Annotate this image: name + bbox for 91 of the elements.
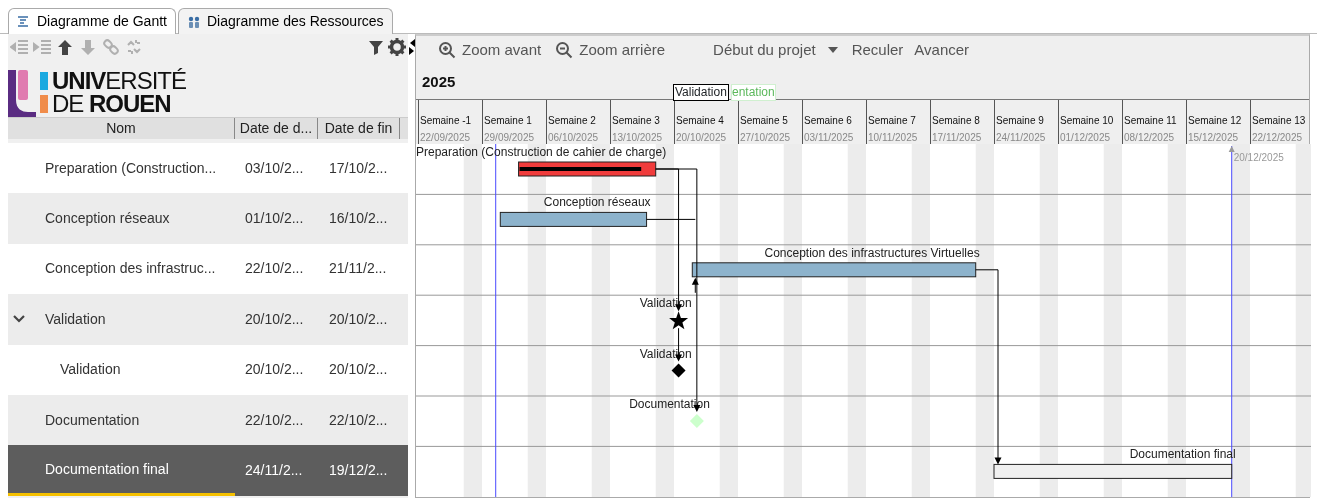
tab[interactable]: Diagramme de Gantt bbox=[8, 8, 176, 34]
start-date: 01/10/2... bbox=[244, 209, 305, 229]
start-date: 24/11/2... bbox=[244, 461, 304, 481]
week-label: Semaine 5 bbox=[740, 114, 789, 128]
task-row[interactable]: Documentation final 24/11/2... 19/12/2... bbox=[8, 445, 408, 496]
week-label: Semaine 6 bbox=[804, 114, 853, 128]
end-date: 19/12/2... bbox=[328, 461, 389, 481]
end-date: 21/11/2... bbox=[328, 259, 388, 279]
week-label: Semaine 11 bbox=[1124, 114, 1178, 128]
task-bar[interactable] bbox=[499, 211, 648, 227]
logo-mark-icon bbox=[40, 71, 48, 90]
task-row[interactable]: Preparation (Construction... 03/10/2... 17/10/2... bbox=[8, 143, 408, 194]
week-label: Semaine 4 bbox=[676, 114, 725, 128]
week-date: 22/12/2025 bbox=[1252, 131, 1304, 145]
task-bar[interactable] bbox=[993, 463, 1233, 479]
week-label: Semaine 9 bbox=[996, 114, 1045, 128]
column-header[interactable]: Nom bbox=[8, 118, 235, 139]
end-date: 17/10/2... bbox=[328, 158, 389, 178]
end-date: 22/10/2... bbox=[328, 410, 389, 430]
toolbar-button[interactable]: Début du projet bbox=[713, 39, 816, 62]
filter-icon[interactable] bbox=[368, 38, 384, 55]
zoom-out-icon bbox=[555, 41, 574, 60]
end-date: 20/10/2... bbox=[328, 309, 389, 329]
start-date: 22/10/2... bbox=[244, 410, 305, 430]
task-name: Validation bbox=[60, 360, 121, 380]
toolbar-button[interactable]: Reculer bbox=[851, 39, 904, 62]
logo-mark-icon bbox=[40, 94, 48, 113]
week-label: Semaine 8 bbox=[932, 114, 981, 128]
task-name: Preparation (Construction... bbox=[45, 158, 217, 178]
end-date: 16/10/2... bbox=[328, 209, 389, 229]
start-date: 03/10/2... bbox=[244, 158, 305, 178]
column-header[interactable]: Date de fin bbox=[318, 118, 400, 139]
hover-label: Validation bbox=[673, 83, 729, 101]
week-date: 06/10/2025 bbox=[548, 131, 600, 145]
people-icon bbox=[186, 14, 201, 29]
week-label: Semaine 13 bbox=[1252, 114, 1307, 128]
week-label: Semaine 3 bbox=[612, 114, 661, 128]
task-row[interactable]: Documentation 22/10/2... 22/10/2... bbox=[8, 394, 408, 446]
task-row[interactable]: Conception réseaux 01/10/2... 16/10/2... bbox=[8, 193, 408, 244]
week-date: 15/12/2025 bbox=[1188, 131, 1240, 145]
week-date: 08/12/2025 bbox=[1124, 131, 1176, 145]
week-label: Semaine 12 bbox=[1188, 114, 1243, 128]
week-label: Semaine 7 bbox=[868, 114, 917, 128]
chevron-down-icon[interactable] bbox=[13, 315, 25, 324]
task-name: Conception réseaux bbox=[45, 209, 170, 229]
end-date-label: 20/12/2025 bbox=[1233, 152, 1284, 163]
tab[interactable]: Diagramme des Ressources bbox=[177, 8, 393, 34]
gantt-chart-icon bbox=[17, 14, 31, 29]
year-label: 2025 bbox=[422, 71, 456, 92]
bar-label: Conception des infrastructures Virtuelles bbox=[764, 245, 980, 260]
task-name: Documentation bbox=[45, 410, 140, 430]
zoom-in-icon bbox=[438, 41, 456, 60]
week-date: 29/09/2025 bbox=[484, 131, 536, 145]
week-date: 27/10/2025 bbox=[740, 131, 792, 145]
week-date: 13/10/2025 bbox=[612, 131, 664, 145]
logo-title: UNIVERSITÉ bbox=[52, 69, 187, 92]
week-date: 03/11/2025 bbox=[804, 131, 855, 145]
logo-subtitle: DE ROUEN bbox=[52, 92, 171, 115]
task-name: Validation bbox=[45, 309, 106, 329]
start-date: 20/10/2... bbox=[244, 309, 305, 329]
zoom-in-button[interactable]: Zoom avant bbox=[438, 39, 542, 62]
task-row[interactable]: Validation 20/10/2... 20/10/2... bbox=[8, 294, 408, 345]
week-date: 22/09/2025 bbox=[420, 131, 472, 145]
toolbar-button[interactable]: Avancer bbox=[914, 39, 970, 62]
week-label: Semaine 10 bbox=[1060, 114, 1115, 128]
summary-star-icon[interactable] bbox=[669, 311, 689, 330]
task-name: Conception des infrastruc... bbox=[45, 259, 216, 279]
week-date: 01/12/2025 bbox=[1060, 131, 1112, 145]
start-date: 22/10/2... bbox=[244, 259, 305, 279]
zoom-out-button[interactable]: Zoom arrière bbox=[555, 39, 666, 62]
caret-icon bbox=[827, 47, 838, 54]
settings-icon[interactable] bbox=[388, 37, 406, 56]
week-label: Semaine -1 bbox=[420, 114, 473, 128]
week-label: Semaine 2 bbox=[548, 114, 597, 128]
task-row[interactable]: Conception des infrastruc... 22/10/2... 21/11/2... bbox=[8, 243, 408, 295]
week-date: 20/10/2025 bbox=[676, 131, 728, 145]
splitter-arrows-icon[interactable] bbox=[408, 38, 415, 56]
week-label: Semaine 1 bbox=[484, 114, 533, 128]
week-date: 17/11/2025 bbox=[932, 131, 983, 145]
dropdown-button[interactable] bbox=[827, 47, 838, 54]
start-date: 20/10/2... bbox=[244, 360, 305, 380]
task-bar[interactable] bbox=[691, 262, 977, 278]
faded-label: entation bbox=[731, 83, 776, 101]
column-header[interactable]: Date de d... bbox=[235, 118, 318, 139]
task-row[interactable]: Validation 20/10/2... 20/10/2... bbox=[8, 344, 408, 395]
bar-label: Conception réseaux bbox=[543, 195, 651, 210]
up-arrow-icon[interactable] bbox=[56, 37, 75, 56]
task-name: Documentation final bbox=[45, 459, 169, 479]
end-date: 20/10/2... bbox=[328, 360, 389, 380]
week-date: 10/11/2025 bbox=[868, 131, 919, 145]
week-date: 24/11/2025 bbox=[996, 131, 1047, 145]
